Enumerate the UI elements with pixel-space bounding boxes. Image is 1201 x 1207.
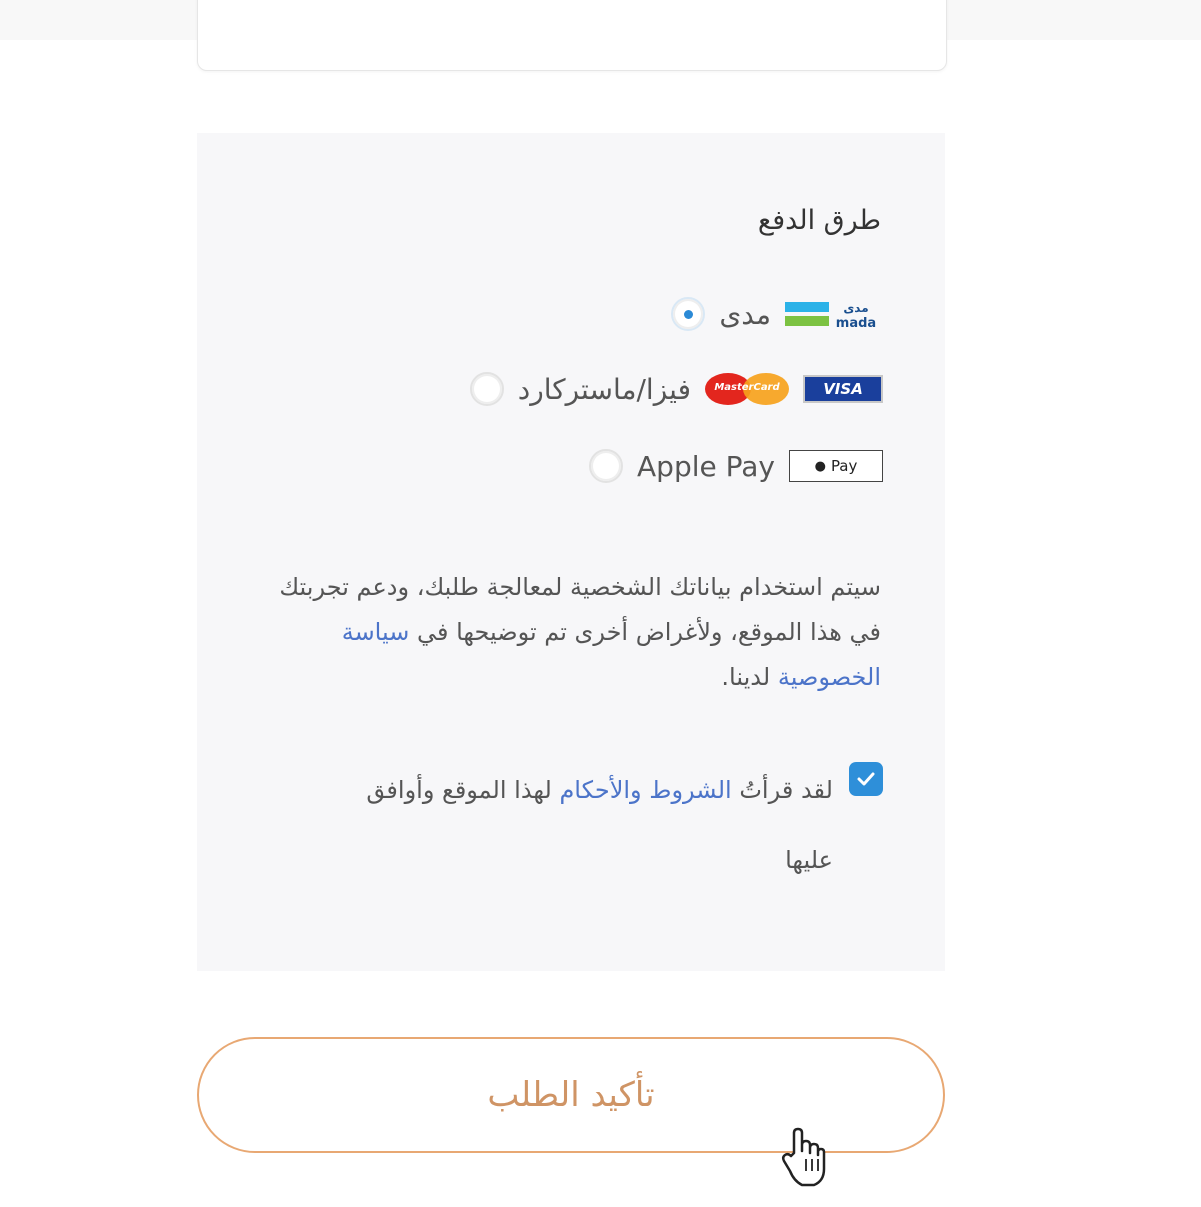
visa-mastercard-label: فيزا/ماستركارد (517, 372, 691, 406)
mada-logo-arabic: مدى (843, 301, 868, 315)
checkmark-icon (857, 772, 875, 786)
apple-pay-radio[interactable] (589, 449, 624, 483)
hand-cursor-icon (781, 1127, 826, 1187)
radio-selected-dot (683, 309, 693, 319)
payment-method-visa-mastercard[interactable]: فيزا/ماستركارد MasterCard VISA (469, 366, 883, 412)
terms-text-before: لقد قرأتُ (731, 776, 833, 804)
mada-radio[interactable] (671, 297, 706, 331)
apple-icon: ● (814, 458, 826, 474)
payment-method-mada[interactable]: مدى مدى mada (671, 291, 883, 337)
terms-checkbox[interactable] (849, 762, 883, 796)
terms-conditions-link[interactable]: الشروط والأحكام (559, 776, 731, 804)
mastercard-logo-text: MasterCard (714, 382, 780, 393)
apple-pay-logo-text: Pay (830, 457, 858, 475)
apple-pay-label: Apple Pay (637, 449, 775, 483)
mada-label: مدى (719, 297, 771, 331)
payment-method-apple-pay[interactable]: Apple Pay ● Pay (589, 443, 883, 489)
previous-section-card (197, 0, 947, 71)
mada-logo-latin: mada (836, 316, 876, 330)
mastercard-logo-icon: MasterCard (705, 373, 789, 405)
apple-pay-logo-icon: ● Pay (789, 450, 883, 482)
payment-methods-title: طرق الدفع (757, 205, 881, 236)
visa-mastercard-radio[interactable] (469, 372, 504, 406)
confirm-order-button[interactable]: تأكيد الطلب (197, 1037, 945, 1153)
privacy-text-after: لدينا. (721, 663, 778, 691)
terms-label: لقد قرأتُ الشروط والأحكام لهذا الموقع وأ… (313, 755, 833, 895)
mada-logo-icon: مدى mada (785, 298, 883, 330)
privacy-notice: سيتم استخدام بياناتك الشخصية لمعالجة طلب… (271, 565, 881, 700)
visa-logo-icon: VISA (803, 375, 883, 403)
terms-agreement: لقد قرأتُ الشروط والأحكام لهذا الموقع وأ… (273, 755, 883, 895)
